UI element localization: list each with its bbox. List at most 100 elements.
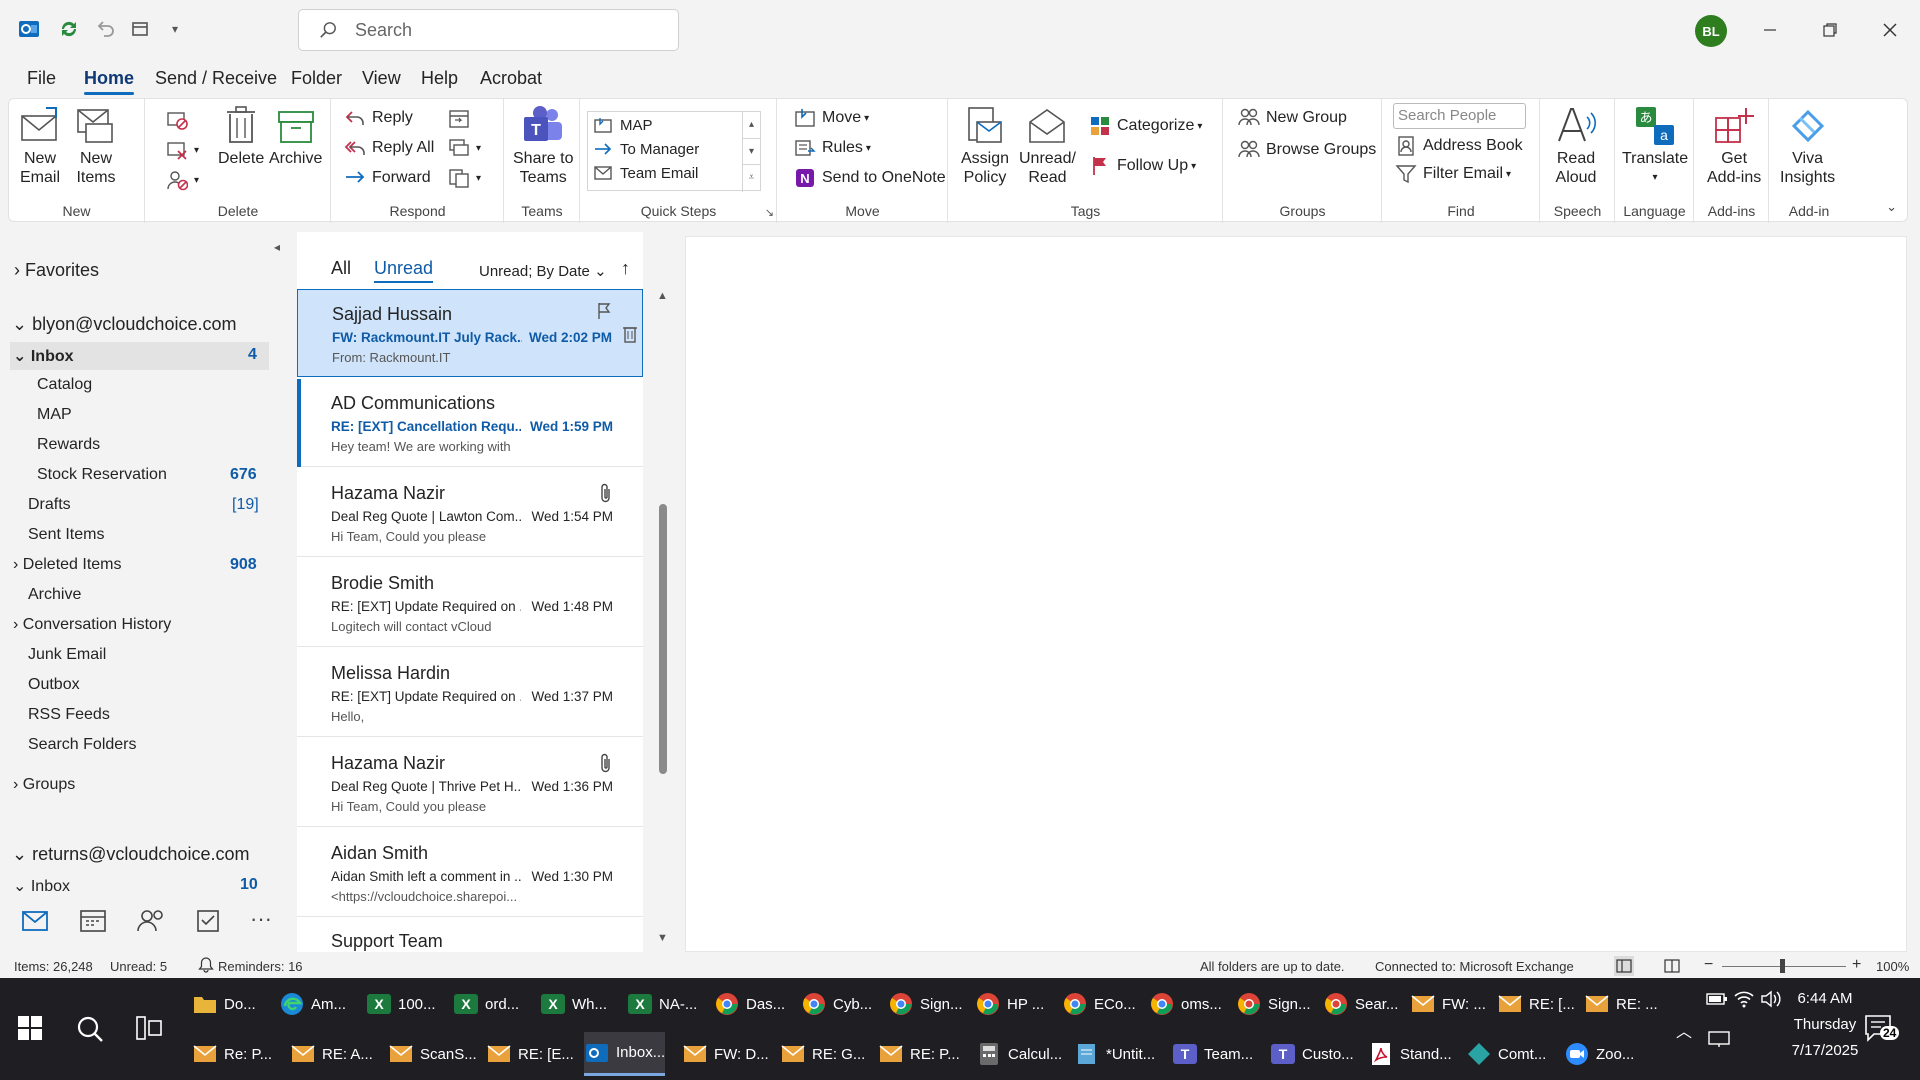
calendar-module-icon[interactable] <box>80 908 106 937</box>
folder-drafts[interactable]: Drafts <box>28 496 71 514</box>
taskbar-app-button[interactable]: Sear... <box>1323 982 1398 1026</box>
tab-send-receive[interactable]: Send / Receive <box>155 68 277 89</box>
zoom-slider-thumb[interactable] <box>1780 959 1785 973</box>
dialog-launcher-icon[interactable]: ↘ <box>765 206 774 219</box>
taskbar-app-button[interactable]: *Untit... <box>1074 1032 1155 1076</box>
junk-button[interactable]: ▾ <box>166 169 199 191</box>
unread-read-button[interactable]: Unread/ Read <box>1019 105 1076 187</box>
taskbar-app-button[interactable]: RE: [... <box>1497 982 1575 1026</box>
favorites-section[interactable]: › Favorites <box>14 260 99 281</box>
folder-stock-reservation[interactable]: Stock Reservation <box>37 466 167 484</box>
taskbar-app-button[interactable]: Inbox... <box>584 1032 666 1076</box>
ignore-button[interactable] <box>166 109 194 131</box>
folder-map[interactable]: MAP <box>37 406 72 424</box>
taskbar-app-button[interactable]: RE: ... <box>1584 982 1658 1026</box>
view-toggle-icon[interactable] <box>127 16 153 42</box>
taskbar-app-button[interactable]: X Wh... <box>540 982 607 1026</box>
more-respond-button[interactable]: ▾ <box>448 167 481 189</box>
quick-step-team-email[interactable]: Team Email <box>594 164 698 182</box>
new-group-button[interactable]: New Group <box>1238 107 1347 129</box>
tab-home[interactable]: Home <box>84 68 135 95</box>
taskbar-app-button[interactable]: Sign... <box>1236 982 1311 1026</box>
tab-view[interactable]: View <box>362 68 401 89</box>
message-item[interactable]: Melissa Hardin RE: [EXT] Update Required… <box>297 649 643 737</box>
search-people-input[interactable]: Search People <box>1393 103 1526 129</box>
message-item[interactable]: Aidan Smith Aidan Smith left a comment i… <box>297 829 643 917</box>
folder-rss-feeds[interactable]: RSS Feeds <box>28 706 110 724</box>
normal-view-icon[interactable] <box>1614 956 1634 976</box>
categorize-button[interactable]: Categorize ▾ <box>1089 115 1202 137</box>
taskbar-app-button[interactable]: Calcul... <box>976 1032 1062 1076</box>
forward-button[interactable]: Forward <box>344 167 431 189</box>
undo-icon[interactable] <box>92 16 118 42</box>
zoom-level[interactable]: 100% <box>1876 959 1909 974</box>
new-items-button[interactable]: New Items <box>75 105 117 187</box>
taskbar-app-button[interactable]: RE: [E... <box>486 1032 574 1076</box>
filter-unread-tab[interactable]: Unread <box>374 258 434 283</box>
message-item[interactable]: Support Team <box>297 919 643 952</box>
message-item[interactable]: Hazama Nazir Deal Reg Quote | Lawton Com… <box>297 469 643 557</box>
new-email-button[interactable]: New Email <box>19 105 61 187</box>
reminders-count[interactable]: Reminders: 16 <box>218 959 303 974</box>
taskbar-app-button[interactable]: Am... <box>279 982 346 1026</box>
message-list-scrollbar[interactable]: ▲ ▼ <box>657 290 669 945</box>
windows-start-icon[interactable] <box>18 1016 42 1045</box>
folder-search-folders[interactable]: Search Folders <box>28 736 137 754</box>
taskbar-app-button[interactable]: FW: D... <box>682 1032 769 1076</box>
chevron-up-icon[interactable]: ︿ <box>1676 1018 1692 1042</box>
groups-section[interactable]: › Groups <box>13 776 75 794</box>
folder-conversation-history[interactable]: › Conversation History <box>13 616 171 634</box>
sync-icon[interactable] <box>56 16 82 42</box>
taskbar-app-button[interactable]: Xord... <box>453 982 519 1026</box>
tab-file[interactable]: File <box>27 68 56 89</box>
chevron-up-icon[interactable]: ▴ <box>743 112 760 138</box>
browse-groups-button[interactable]: Browse Groups <box>1238 139 1376 161</box>
taskbar-app-button[interactable]: Zoo... <box>1564 1032 1634 1076</box>
folder-deleted-items[interactable]: › Deleted Items <box>13 556 122 574</box>
mail-module-icon[interactable] <box>22 910 48 937</box>
reading-view-icon[interactable] <box>1662 956 1682 979</box>
meeting-button[interactable] <box>448 107 476 129</box>
notifications-icon[interactable]: 24 <box>1864 1014 1900 1047</box>
message-item[interactable]: AD Communications RE: [EXT] Cancellation… <box>297 379 643 467</box>
taskbar-app-button[interactable]: RE: P... <box>878 1032 960 1076</box>
wifi-icon[interactable] <box>1734 990 1754 1013</box>
taskbar-app-button[interactable]: Stand... <box>1368 1032 1452 1076</box>
delete-icon[interactable] <box>622 324 638 349</box>
taskbar-app-button[interactable]: oms... <box>1149 982 1222 1026</box>
flag-icon[interactable] <box>596 302 612 325</box>
folder-inbox[interactable]: ⌄ Inbox <box>13 346 74 366</box>
rules-button[interactable]: Rules ▾ <box>794 137 871 159</box>
quick-steps-scroll[interactable]: ▴ ▾ ⩡ <box>742 112 760 192</box>
sort-direction-icon[interactable]: ↑ <box>621 258 630 279</box>
folder-junk-email[interactable]: Junk Email <box>28 646 106 664</box>
folder-returns-inbox[interactable]: ⌄ Inbox <box>13 876 70 896</box>
archive-button[interactable]: Archive <box>269 105 322 168</box>
taskbar-app-button[interactable]: ScanS... <box>388 1032 477 1076</box>
account-returns[interactable]: ⌄ returns@vcloudchoice.com <box>12 844 249 865</box>
battery-icon[interactable] <box>1706 992 1728 1011</box>
folder-catalog[interactable]: Catalog <box>37 376 92 394</box>
address-book-button[interactable]: Address Book <box>1395 135 1523 157</box>
move-button[interactable]: Move ▾ <box>794 107 869 129</box>
message-item[interactable]: Sajjad Hussain FW: Rackmount.IT July Rac… <box>297 289 643 377</box>
minimize-button[interactable] <box>1750 14 1790 46</box>
people-module-icon[interactable] <box>137 908 165 937</box>
tab-help[interactable]: Help <box>421 68 458 89</box>
tab-folder[interactable]: Folder <box>291 68 342 89</box>
folder-rewards[interactable]: Rewards <box>37 436 100 454</box>
send-to-onenote-button[interactable]: N Send to OneNote <box>794 167 946 189</box>
taskbar-app-button[interactable]: RE: A... <box>290 1032 373 1076</box>
taskbar-app-button[interactable]: Das... <box>714 982 785 1026</box>
ribbon-expand-icon[interactable]: ⌄ <box>1886 199 1897 215</box>
taskbar-app-button[interactable]: X NA-... <box>627 982 697 1026</box>
get-addins-button[interactable]: Get Add-ins <box>1707 105 1761 187</box>
tab-acrobat[interactable]: Acrobat <box>480 68 542 89</box>
message-item[interactable]: Hazama Nazir Deal Reg Quote | Thrive Pet… <box>297 739 643 827</box>
taskbar-app-button[interactable]: ECo... <box>1062 982 1136 1026</box>
taskbar-app-button[interactable]: Re: P... <box>192 1032 272 1076</box>
tasks-module-icon[interactable] <box>196 908 220 937</box>
sort-dropdown[interactable]: Unread; By Date ⌄ <box>479 262 607 280</box>
scrollbar-thumb[interactable] <box>659 504 667 774</box>
cleanup-button[interactable]: ▾ <box>166 139 199 161</box>
